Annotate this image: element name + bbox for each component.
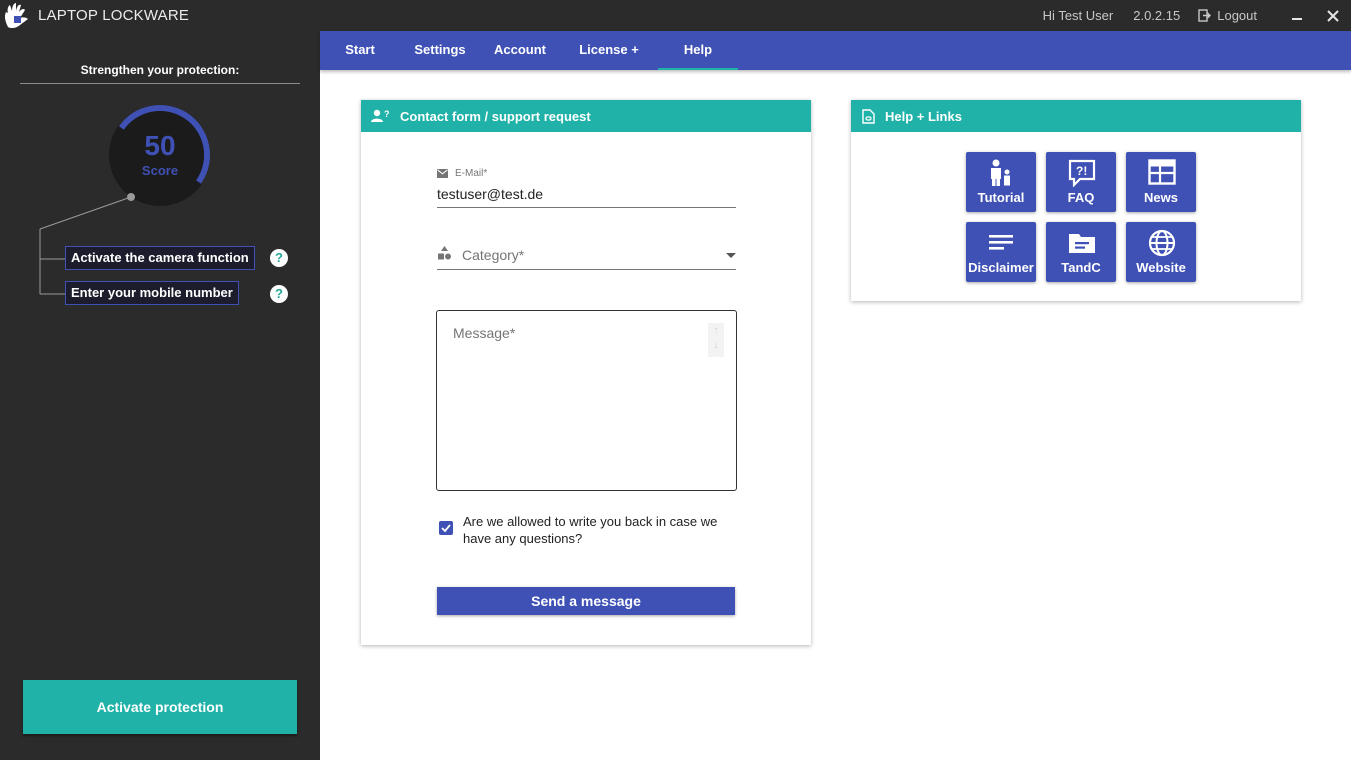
website-tile[interactable]: Website [1126,222,1196,282]
checkmark-icon [441,524,451,533]
svg-text:?: ? [384,109,390,119]
score-label: Score [141,163,179,178]
app-version: 2.0.2.15 [1133,8,1181,23]
disclaimer-label: Disclaimer [968,260,1034,275]
user-greeting: Hi Test User [1042,8,1114,23]
close-button[interactable] [1315,0,1351,31]
globe-icon [1148,229,1176,257]
tutorial-label: Tutorial [977,190,1025,205]
news-label: News [1144,190,1178,205]
logout-button[interactable]: Logout [1198,8,1257,23]
folder-icon [1069,234,1095,253]
disclaimer-icon [989,235,1013,250]
logout-label: Logout [1217,8,1257,23]
faq-label: FAQ [1067,190,1095,205]
sidebar-heading: Strengthen your protection: [20,63,300,84]
consent-text: Are we allowed to write you back in case… [463,514,718,546]
category-placeholder: Category* [462,247,525,263]
contact-form-card: ? Contact form / support request E-Mail*… [361,100,811,645]
activate-protection-button[interactable]: Activate protection [23,680,297,734]
dropdown-arrow-icon [726,253,736,258]
score-value: 50 [144,130,176,161]
support-person-icon: ? [371,109,390,122]
contact-form-header: ? Contact form / support request [361,100,811,132]
tab-settings[interactable]: Settings [410,31,470,70]
faq-icon: ?! [1068,159,1096,187]
task-activate-camera[interactable]: Activate the camera function [65,246,255,270]
email-label: E-Mail* [437,168,487,179]
mail-icon [437,169,448,178]
tab-license-shop[interactable]: License + Shop [565,31,653,95]
sidebar: Strengthen your protection: 50 Score Act… [0,31,320,760]
help-links-card: Help + Links Tutorial ?! FAQ News Discla… [851,100,1301,301]
help-question-icon[interactable]: ? [270,249,288,267]
document-link-icon [862,108,875,124]
tandc-tile[interactable]: TandC [1046,222,1116,282]
message-placeholder: Message* [453,325,516,341]
tab-help[interactable]: Help [658,31,738,70]
tandc-label: TandC [1061,260,1101,275]
email-label-text: E-Mail* [455,168,488,179]
task-enter-mobile[interactable]: Enter your mobile number [65,281,239,305]
consent-checkbox[interactable] [439,521,453,535]
help-links-header: Help + Links [851,100,1301,132]
message-scrollbar[interactable]: ↑ ↓ [708,323,724,357]
top-nav: Start Settings Account License + Shop He… [320,31,1351,95]
tutorial-tile[interactable]: Tutorial [966,152,1036,212]
close-icon [1327,9,1339,22]
category-select[interactable]: Category* [437,245,736,270]
logout-icon [1198,9,1212,22]
tutorial-icon [991,159,1010,186]
minimize-icon [1292,17,1302,20]
category-underline [437,269,736,270]
minimize-button[interactable] [1279,0,1315,31]
tab-account[interactable]: Account [493,31,547,70]
email-field[interactable]: testuser@test.de [437,186,543,202]
send-message-button[interactable]: Send a message [437,587,735,615]
hand-logo-icon [4,3,28,29]
news-icon [1148,159,1176,185]
disclaimer-tile[interactable]: Disclaimer [966,222,1036,282]
tab-start[interactable]: Start [340,31,380,70]
contact-form-title: Contact form / support request [400,108,591,124]
message-textarea[interactable]: Message* ↑ ↓ [436,310,737,491]
news-tile[interactable]: News [1126,152,1196,212]
app-title: LAPTOP LOCKWARE [38,7,190,24]
svg-text:?!: ?! [1076,164,1087,178]
help-links-title: Help + Links [885,108,962,124]
help-question-icon[interactable]: ? [270,285,288,303]
faq-tile[interactable]: ?! FAQ [1046,152,1116,212]
website-label: Website [1136,260,1186,275]
email-underline [437,207,736,208]
title-bar: LAPTOP LOCKWARE Hi Test User 2.0.2.15 Lo… [0,0,1351,31]
category-shapes-icon [438,246,451,260]
